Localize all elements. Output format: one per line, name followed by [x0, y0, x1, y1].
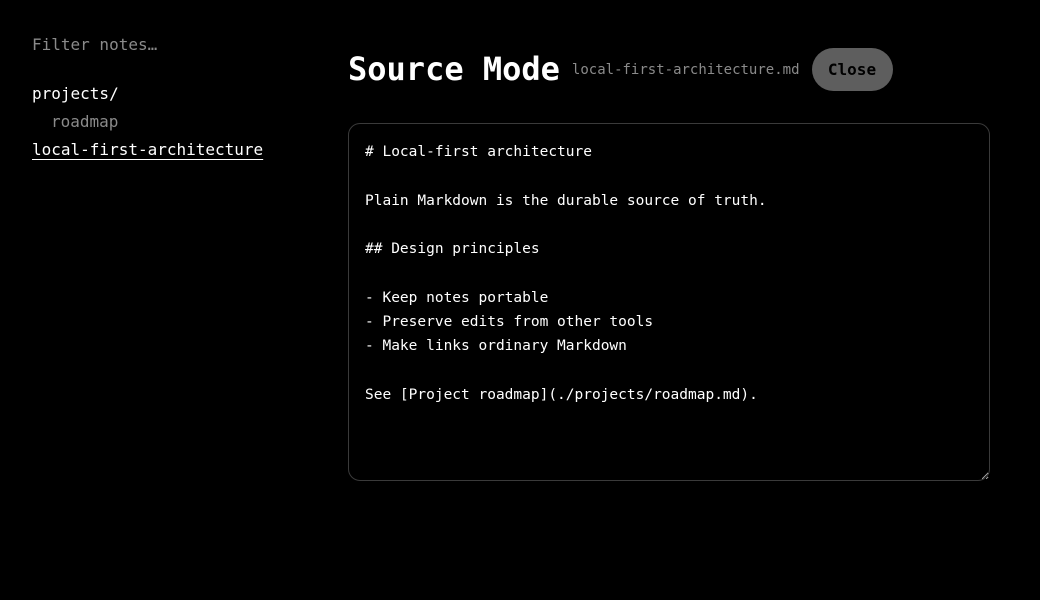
- tree-item-local-first-architecture[interactable]: local-first-architecture: [32, 140, 263, 160]
- source-mode-header: Source Mode local-first-architecture.md …: [348, 48, 893, 91]
- filter-notes-input[interactable]: [32, 32, 272, 56]
- tree-item-projects-folder[interactable]: projects/: [32, 84, 119, 104]
- current-filename: local-first-architecture.md: [571, 61, 800, 78]
- sidebar: projects/ roadmap local-first-architectu…: [32, 0, 312, 600]
- close-button[interactable]: Close: [811, 48, 893, 91]
- tree-item-roadmap[interactable]: roadmap: [51, 112, 118, 132]
- page-title: Source Mode: [348, 50, 560, 88]
- markdown-source-editor[interactable]: # Local-first architecture Plain Markdow…: [348, 123, 990, 481]
